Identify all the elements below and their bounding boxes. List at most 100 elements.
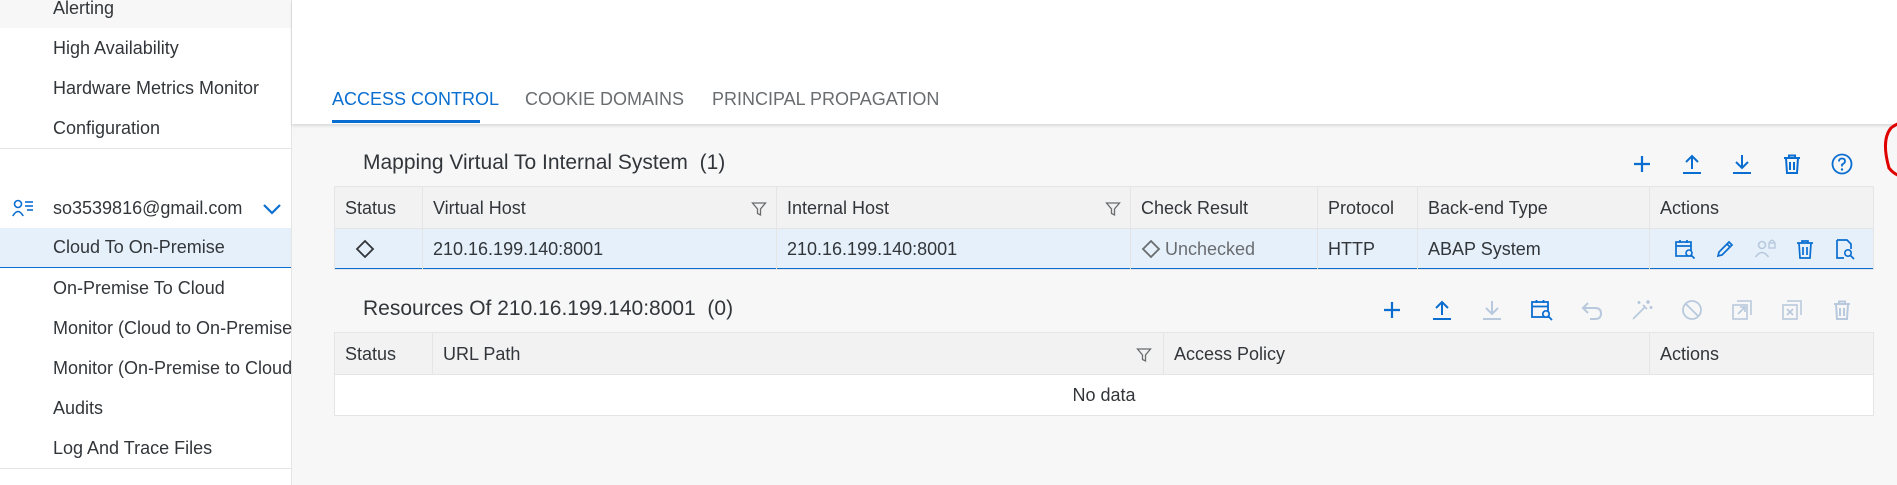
check-availability-icon	[1675, 240, 1696, 260]
column-header-access-policy[interactable]: Access Policy	[1164, 333, 1650, 375]
sidebar-item-monitor-on-premise-to-cloud[interactable]: Monitor (On-Premise to Cloud)	[0, 348, 298, 388]
close-icon	[1782, 300, 1802, 320]
sidebar-item-label: Monitor (On-Premise to Cloud)	[53, 357, 299, 378]
sidebar-subaccount-toggle[interactable]: so3539816@gmail.com	[0, 188, 291, 228]
export-button[interactable]	[1729, 151, 1755, 177]
check-resources-button[interactable]	[1529, 297, 1555, 323]
check-availability-button[interactable]	[1674, 238, 1696, 260]
sidebar-item-audits[interactable]: Audits	[0, 388, 291, 428]
user-list-icon	[12, 198, 34, 218]
upload-icon	[1433, 300, 1451, 320]
column-header-protocol[interactable]: Protocol	[1318, 187, 1418, 229]
tab-cookie-domains[interactable]: COOKIE DOMAINS	[525, 89, 684, 110]
column-header-backend-type[interactable]: Back-end Type	[1418, 187, 1650, 229]
sidebar-divider	[0, 148, 291, 149]
mapping-table: Status Virtual Host Internal Host Check …	[334, 186, 1874, 270]
actions-cell	[1650, 229, 1874, 269]
column-header-actions: Actions	[1660, 343, 1720, 364]
filter-icon	[1136, 348, 1152, 363]
mapping-section-title: Mapping Virtual To Internal System (1)	[363, 151, 725, 175]
sidebar-item-monitor-cloud-to-on-premise[interactable]: Monitor (Cloud to On-Premise)	[0, 308, 298, 348]
column-header-internal-host[interactable]: Internal Host	[777, 187, 1131, 229]
sidebar-item-label: Hardware Metrics Monitor	[53, 77, 260, 98]
delete-row-button[interactable]	[1794, 238, 1816, 260]
filter-icon	[1105, 202, 1121, 217]
import-resources-button[interactable]	[1429, 297, 1455, 323]
sidebar-item-high-availability[interactable]: High Availability	[0, 28, 291, 68]
wand-button[interactable]	[1629, 297, 1655, 323]
disable-button[interactable]	[1679, 297, 1705, 323]
sidebar-item-log-and-trace-files[interactable]: Log And Trace Files	[0, 428, 291, 468]
undo-icon	[1581, 302, 1603, 320]
sidebar-item-cloud-to-on-premise[interactable]: Cloud To On-Premise	[0, 228, 291, 268]
sidebar-item-label: Monitor (Cloud to On-Premise)	[53, 317, 299, 338]
sidebar-item-hardware-metrics-monitor[interactable]: Hardware Metrics Monitor	[0, 68, 291, 108]
column-header-label: Virtual Host	[433, 197, 526, 218]
add-mapping-button[interactable]	[1629, 151, 1655, 177]
undo-button[interactable]	[1579, 297, 1605, 323]
mapping-title: Mapping Virtual To Internal System	[363, 151, 688, 174]
help-button[interactable]	[1829, 151, 1855, 177]
delete-icon	[1834, 300, 1850, 320]
check-availability-icon	[1531, 300, 1553, 321]
sidebar-item-label: On-Premise To Cloud	[53, 277, 225, 298]
download-icon	[1483, 301, 1501, 320]
delete-all-button[interactable]	[1779, 151, 1805, 177]
export-resources-button[interactable]	[1479, 297, 1505, 323]
sidebar-item-label: Audits	[53, 397, 104, 418]
edit-icon	[1716, 240, 1734, 258]
sidebar-item-label: Configuration	[53, 117, 161, 138]
column-header-url-path[interactable]: URL Path	[433, 333, 1164, 375]
tab-access-control[interactable]: ACCESS CONTROL	[332, 89, 499, 110]
resources-section-title: Resources Of 210.16.199.140:8001 (0)	[363, 297, 733, 321]
sidebar-item-configuration[interactable]: Configuration	[0, 108, 291, 148]
status-cell	[335, 229, 423, 269]
column-header-check-result[interactable]: Check Result	[1131, 187, 1318, 229]
tab-principal-propagation[interactable]: PRINCIPAL PROPAGATION	[712, 89, 939, 110]
edit-button[interactable]	[1714, 238, 1736, 260]
column-header-label: Internal Host	[787, 197, 890, 218]
table-header: Status Virtual Host Internal Host Check …	[335, 187, 1873, 229]
column-header-status[interactable]: Status	[335, 187, 423, 229]
column-header-status[interactable]: Status	[335, 333, 433, 375]
principal-type-button[interactable]	[1754, 238, 1776, 260]
open-icon	[1732, 300, 1752, 320]
active-tab-indicator	[332, 120, 480, 123]
show-details-button[interactable]	[1834, 238, 1856, 260]
internal-host-cell: 210.16.199.140:8001	[777, 229, 1131, 269]
disable-icon	[1682, 300, 1702, 320]
open-button[interactable]	[1729, 297, 1755, 323]
sidebar-item-on-premise-to-cloud[interactable]: On-Premise To Cloud	[0, 268, 291, 308]
sidebar: Alerting High Availability Hardware Metr…	[0, 0, 298, 485]
help-icon	[1831, 153, 1853, 175]
sidebar-item-alerting[interactable]: Alerting	[0, 0, 291, 28]
import-button[interactable]	[1679, 151, 1705, 177]
status-diamond-icon	[1141, 239, 1161, 259]
tab-bar: ACCESS CONTROL COOKIE DOMAINS PRINCIPAL …	[292, 0, 1897, 124]
add-resource-button[interactable]	[1379, 297, 1405, 323]
resources-count: (0)	[707, 297, 734, 320]
delete-icon	[1797, 240, 1813, 259]
add-icon	[1634, 156, 1650, 172]
chevron-down-icon[interactable]	[262, 200, 282, 215]
sidebar-item-label: Alerting	[53, 0, 115, 18]
resources-title: Resources Of 210.16.199.140:8001	[363, 297, 696, 320]
column-header-virtual-host[interactable]: Virtual Host	[423, 187, 777, 229]
sidebar-item-label: Cloud To On-Premise	[53, 237, 225, 257]
backend-type-cell: ABAP System	[1418, 229, 1650, 269]
sidebar-item-label: High Availability	[53, 37, 179, 58]
resources-table: Status URL Path Access Policy Actions No…	[334, 332, 1874, 416]
close-button[interactable]	[1779, 297, 1805, 323]
check-result-text: Unchecked	[1165, 238, 1256, 259]
status-diamond-icon	[355, 239, 375, 259]
check-result-cell: Unchecked	[1131, 229, 1318, 269]
show-details-icon	[1836, 239, 1855, 260]
wand-icon	[1632, 300, 1653, 320]
subaccount-label: so3539816@gmail.com	[53, 197, 243, 218]
filter-icon	[751, 202, 767, 217]
delete-resources-button[interactable]	[1829, 297, 1855, 323]
table-row[interactable]: 210.16.199.140:8001 210.16.199.140:8001 …	[335, 229, 1873, 269]
main-content: ACCESS CONTROL COOKIE DOMAINS PRINCIPAL …	[292, 0, 1897, 485]
protocol-cell: HTTP	[1318, 229, 1418, 269]
delete-icon	[1784, 154, 1800, 174]
